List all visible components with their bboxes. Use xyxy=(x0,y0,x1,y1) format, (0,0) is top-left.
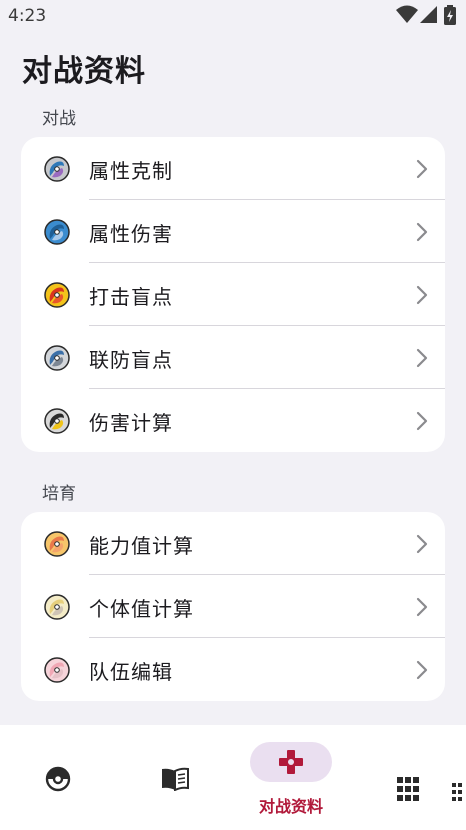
chevron-right-icon xyxy=(416,660,428,680)
list-item-coverage-gaps[interactable]: 打击盲点 xyxy=(21,263,445,326)
chevron-right-icon xyxy=(416,222,428,242)
pokeball-dark-yellow-icon xyxy=(44,408,70,434)
section-label-training: 培育 xyxy=(42,484,76,504)
pokeball-blue-icon xyxy=(44,219,70,245)
pokeball-blue-grey-icon xyxy=(44,345,70,371)
list-item-defense-gaps[interactable]: 联防盲点 xyxy=(21,326,445,389)
nav-tab-battle-data[interactable]: 对战资料 xyxy=(241,725,341,830)
chevron-right-icon xyxy=(416,411,428,431)
list-item-team-edit[interactable]: 队伍编辑 xyxy=(21,638,445,701)
chevron-right-icon xyxy=(416,285,428,305)
dpad-icon xyxy=(279,750,303,774)
list-item-iv-calc[interactable]: 个体值计算 xyxy=(21,575,445,638)
chevron-right-icon xyxy=(416,348,428,368)
pokeball-outline-icon xyxy=(45,766,71,792)
nav-tab-pokedex[interactable] xyxy=(20,725,96,830)
list-item-label: 伤害计算 xyxy=(89,411,173,435)
nav-tab-more[interactable] xyxy=(380,725,466,830)
chevron-right-icon xyxy=(416,534,428,554)
signal-icon xyxy=(420,6,437,23)
partial-icon xyxy=(452,783,462,801)
list-item-type-chart[interactable]: 属性克制 xyxy=(21,137,445,200)
bottom-nav: 对战资料 xyxy=(0,725,466,830)
chevron-right-icon xyxy=(416,597,428,617)
nav-label-active: 对战资料 xyxy=(258,797,323,816)
pokeball-orange-icon xyxy=(44,531,70,557)
list-item-label: 属性伤害 xyxy=(89,222,173,246)
list-item-type-damage[interactable]: 属性伤害 xyxy=(21,200,445,263)
status-bar: 4:23 xyxy=(0,0,466,34)
page-title: 对战资料 xyxy=(22,54,146,89)
list-item-label: 个体值计算 xyxy=(89,597,194,621)
pokeball-pink-icon xyxy=(44,657,70,683)
list-item-label: 联防盲点 xyxy=(89,348,173,372)
list-item-damage-calc[interactable]: 伤害计算 xyxy=(21,389,445,452)
list-item-label: 能力值计算 xyxy=(89,534,194,558)
pokeball-grey-blue-icon xyxy=(44,156,70,182)
section-label-battle: 对战 xyxy=(42,109,76,129)
book-icon xyxy=(162,767,189,791)
nav-tab-guide[interactable] xyxy=(138,725,214,830)
pokeball-cream-icon xyxy=(44,594,70,620)
status-time: 4:23 xyxy=(8,6,47,26)
battle-card: 属性克制 属性伤害 打击盲点 联防盲点 伤害计算 xyxy=(21,137,445,452)
list-item-stat-calc[interactable]: 能力值计算 xyxy=(21,512,445,575)
pokeball-red-yellow-icon xyxy=(44,282,70,308)
training-card: 能力值计算 个体值计算 队伍编辑 xyxy=(21,512,445,701)
status-icons xyxy=(396,5,458,27)
list-item-label: 打击盲点 xyxy=(89,285,173,309)
battery-icon xyxy=(444,5,456,25)
list-item-label: 属性克制 xyxy=(89,159,173,183)
wifi-icon xyxy=(396,5,418,23)
chevron-right-icon xyxy=(416,159,428,179)
grid-icon xyxy=(397,777,419,801)
list-item-label: 队伍编辑 xyxy=(89,660,173,684)
